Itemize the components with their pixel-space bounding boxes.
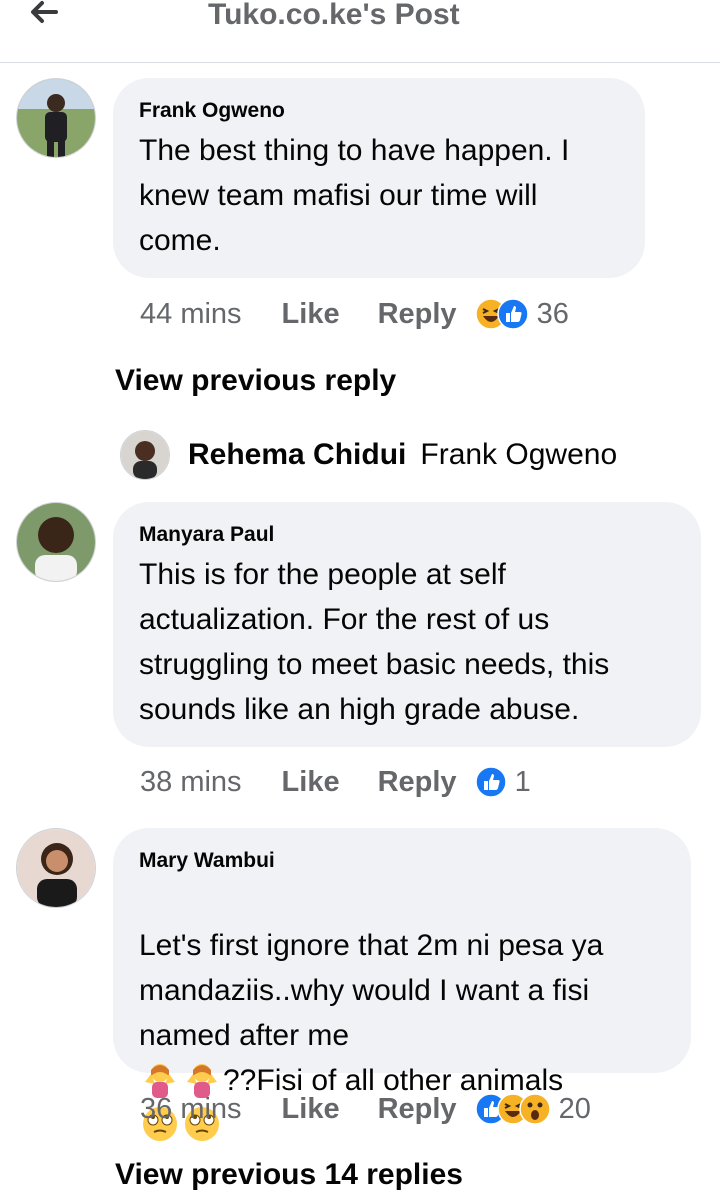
comment-bubble: Frank Ogweno The best thing to have happ… [113, 78, 645, 278]
comment-time[interactable]: 36 mins [140, 1093, 242, 1126]
comment-bubble: Manyara Paul This is for the people at s… [113, 502, 701, 747]
comment-author[interactable]: Frank Ogweno [139, 98, 619, 124]
page-title: Tuko.co.ke's Post [208, 0, 460, 31]
like-button[interactable]: Like [282, 298, 340, 331]
view-previous-reply-link[interactable]: View previous reply [115, 364, 396, 398]
like-reaction-icon [474, 766, 507, 798]
like-button[interactable]: Like [282, 766, 340, 799]
comment-author[interactable]: Mary Wambui [139, 848, 665, 874]
reply-button[interactable]: Reply [378, 1093, 457, 1126]
reaction-count[interactable]: 36 [537, 298, 569, 331]
comment-actions: 38 mins Like Reply 1 [140, 762, 531, 802]
avatar[interactable] [16, 828, 96, 908]
back-button[interactable] [24, 0, 72, 36]
comment-text: This is for the people at self actualiza… [139, 558, 610, 726]
reaction-count[interactable]: 20 [559, 1093, 591, 1126]
reply-author[interactable]: Rehema Chidui [188, 438, 406, 472]
comment-actions: 44 mins Like Reply 36 [140, 294, 569, 334]
wow-reaction-icon [518, 1093, 551, 1125]
reply-button[interactable]: Reply [378, 766, 457, 799]
avatar[interactable] [16, 78, 96, 158]
comment-actions: 36 mins Like Reply 20 [140, 1089, 591, 1129]
comment-author[interactable]: Manyara Paul [139, 522, 675, 548]
post-header: Tuko.co.ke's Post [0, 0, 720, 63]
comment-time[interactable]: 38 mins [140, 766, 242, 799]
reaction-count[interactable]: 1 [515, 766, 531, 799]
avatar [120, 430, 170, 480]
comment-bubble: Mary Wambui Let's first ignore that 2m n… [113, 828, 691, 1141]
reply-preview[interactable]: Rehema Chidui Frank Ogweno [120, 428, 617, 482]
reply-button[interactable]: Reply [378, 298, 457, 331]
reactions-summary[interactable] [474, 766, 507, 798]
comment-text-part: Let's first ignore that 2m ni pesa ya ma… [139, 929, 604, 1052]
comment-text: The best thing to have happen. I knew te… [139, 134, 570, 257]
comment-time[interactable]: 44 mins [140, 298, 242, 331]
avatar[interactable] [16, 502, 96, 582]
reactions-summary[interactable] [474, 298, 529, 330]
reply-text: Frank Ogweno [420, 438, 618, 471]
reactions-summary[interactable] [474, 1093, 551, 1125]
like-reaction-icon [496, 298, 529, 330]
view-previous-replies-link[interactable]: View previous 14 replies [115, 1158, 463, 1192]
arrow-left-icon [31, 1, 58, 23]
like-button[interactable]: Like [282, 1093, 340, 1126]
